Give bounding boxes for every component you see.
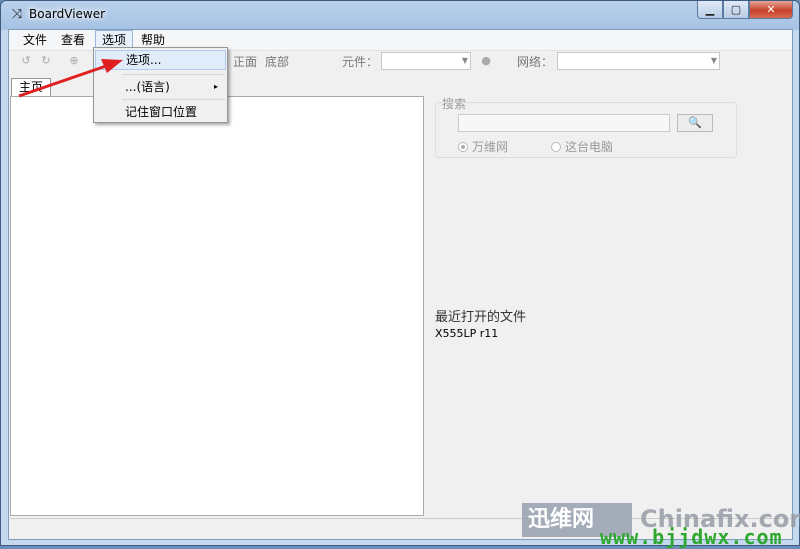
search-button[interactable]: 🔍 xyxy=(677,114,713,132)
maximize-icon: ▢ xyxy=(730,3,742,16)
recent-file-link[interactable]: X555LP r11 xyxy=(435,327,498,340)
zoom-in-icon[interactable]: ⊕ xyxy=(67,54,81,68)
home-pane xyxy=(10,96,424,516)
recent-files-title: 最近打开的文件 xyxy=(435,310,527,325)
window-title: BoardViewer xyxy=(29,7,106,21)
toolbar-bottom[interactable]: 底部 xyxy=(265,53,289,70)
title-bar[interactable]: ⤨ BoardViewer ▁ ▢ ✕ xyxy=(1,1,799,29)
watermark-url: www.bjjdwx.com xyxy=(600,525,783,549)
dropdown-item-language-label: ...(语言) xyxy=(125,80,170,94)
dropdown-item-remember-position[interactable]: 记住窗口位置 xyxy=(95,102,226,122)
submenu-arrow-icon: ▸ xyxy=(213,82,218,91)
tab-home[interactable]: 主页 xyxy=(11,78,51,96)
close-button[interactable]: ✕ xyxy=(749,1,793,19)
radio-local[interactable]: 这台电脑 xyxy=(551,138,613,155)
light-bulb-icon[interactable]: ● xyxy=(479,54,493,68)
chevron-down-icon: ▼ xyxy=(461,56,468,65)
dropdown-item-language[interactable]: ...(语言) ▸ xyxy=(95,77,226,97)
radio-local-dot xyxy=(551,141,561,152)
dropdown-item-options[interactable]: 选项... xyxy=(95,50,226,70)
app-window: ⤨ BoardViewer ▁ ▢ ✕ 文件 查看 选项 帮助 ↺ ↻ ⊕ 正面… xyxy=(0,0,800,546)
caption-buttons: ▁ ▢ ✕ xyxy=(697,1,793,21)
rotate-left-icon[interactable]: ↺ xyxy=(19,54,33,68)
search-icon: 🔍 xyxy=(688,116,702,129)
close-icon: ✕ xyxy=(766,3,776,16)
minimize-button[interactable]: ▁ xyxy=(697,1,723,19)
menu-view[interactable]: 查看 xyxy=(55,30,91,50)
maximize-button[interactable]: ▢ xyxy=(723,1,749,19)
net-combo[interactable]: ▼ xyxy=(557,52,720,70)
dropdown-separator xyxy=(122,99,225,100)
menu-file[interactable]: 文件 xyxy=(17,30,53,50)
toolbar-front[interactable]: 正面 xyxy=(233,53,257,70)
rotate-right-icon[interactable]: ↻ xyxy=(39,54,53,68)
component-label: 元件： xyxy=(342,55,379,69)
component-combo[interactable]: ▼ xyxy=(381,52,471,70)
minimize-icon: ▁ xyxy=(705,3,715,16)
radio-web-dot xyxy=(458,141,468,152)
options-dropdown: 选项... ...(语言) ▸ 记住窗口位置 xyxy=(93,47,228,123)
net-label: 网络： xyxy=(517,55,554,69)
chevron-down-icon: ▼ xyxy=(710,56,717,65)
app-icon: ⤨ xyxy=(11,7,23,22)
radio-web-label: 万维网 xyxy=(472,140,509,154)
dropdown-separator xyxy=(122,74,225,75)
watermark: 迅维网 Chinafix.com www.bjjdwx.com xyxy=(522,503,800,549)
radio-web[interactable]: 万维网 xyxy=(458,138,508,155)
radio-local-label: 这台电脑 xyxy=(565,140,614,154)
search-input[interactable] xyxy=(458,114,670,132)
